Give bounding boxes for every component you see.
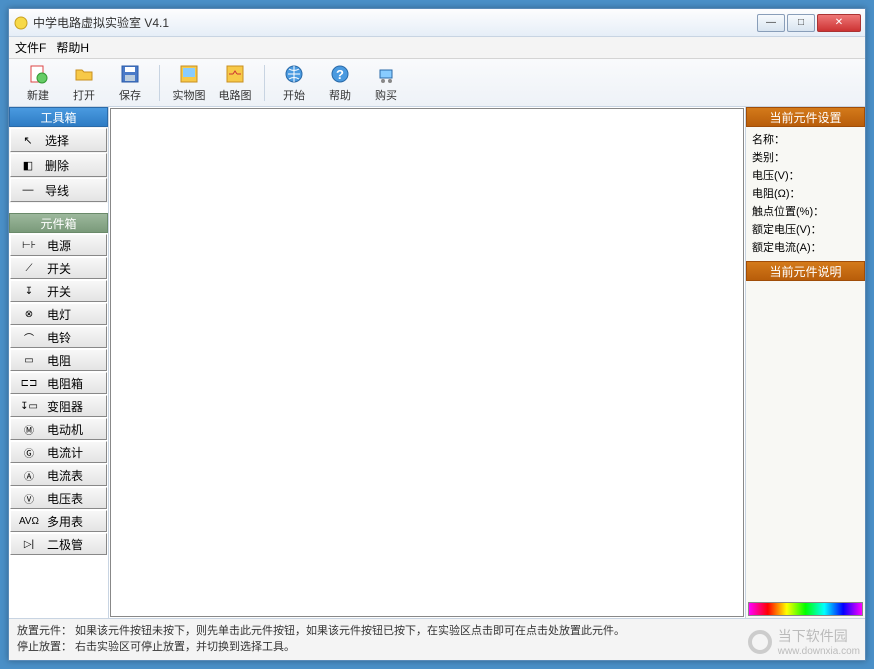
prop-category: 类别： <box>752 149 859 167</box>
maximize-button[interactable]: □ <box>787 14 815 32</box>
battery-icon: ⊢⊦ <box>13 240 45 251</box>
description-header: 当前元件说明 <box>746 261 865 281</box>
resistor-box-icon: ⊏⊐ <box>13 378 45 389</box>
titlebar: 中学电路虚拟实验室 V4.1 — □ ✕ <box>9 9 865 37</box>
toolbar-separator <box>159 65 160 101</box>
status-bar: 放置元件： 如果该元件按钮未按下，则先单击此元件按钮，如果该元件按钮已按下，在实… <box>9 618 865 660</box>
comp-switch[interactable]: ⟋开关 <box>10 257 107 279</box>
eraser-icon: ◧ <box>15 159 41 172</box>
switch2-icon: ↧ <box>13 286 45 297</box>
photo-icon <box>178 63 200 85</box>
comp-power[interactable]: ⊢⊦电源 <box>10 234 107 256</box>
multimeter-icon: AVΩ <box>13 516 45 527</box>
galvanometer-icon: Ⓖ <box>13 445 45 460</box>
watermark-url: www.downxia.com <box>778 646 860 657</box>
lamp-icon: ⊗ <box>13 309 45 320</box>
watermark-brand: 当下软件园 <box>778 626 860 646</box>
comp-resistor-box[interactable]: ⊏⊐电阻箱 <box>10 372 107 394</box>
prop-name: 名称： <box>752 131 859 149</box>
canvas-area[interactable] <box>110 108 744 617</box>
minimize-button[interactable]: — <box>757 14 785 32</box>
toolbar: 新建 打开 保存 实物图 电路图 开始 ? 帮助 购买 <box>9 59 865 107</box>
diode-icon: ▷| <box>13 539 45 550</box>
prop-contact: 触点位置(%)： <box>752 203 859 221</box>
prop-resistance: 电阻(Ω)： <box>752 185 859 203</box>
compbox-body: ⊢⊦电源 ⟋开关 ↧开关 ⊗电灯 ⌒电铃 ▭电阻 ⊏⊐电阻箱 ↧▭变阻器 Ⓜ电动… <box>9 233 108 618</box>
floppy-disk-icon <box>119 63 141 85</box>
folder-open-icon <box>73 63 95 85</box>
tool-delete[interactable]: ◧删除 <box>10 153 107 177</box>
tool-wire[interactable]: —导线 <box>10 178 107 202</box>
circuit-icon <box>224 63 246 85</box>
prop-voltage: 电压(V)： <box>752 167 859 185</box>
ammeter-icon: Ⓐ <box>13 468 45 483</box>
properties-panel: 名称： 类别： 电压(V)： 电阻(Ω)： 触点位置(%)： 额定电压(V)： … <box>746 127 865 261</box>
svg-text:?: ? <box>336 67 344 82</box>
help-button[interactable]: ? 帮助 <box>319 62 361 104</box>
switch-icon: ⟋ <box>13 263 45 274</box>
save-button[interactable]: 保存 <box>109 62 151 104</box>
prop-rated-v: 额定电压(V)： <box>752 221 859 239</box>
settings-header: 当前元件设置 <box>746 107 865 127</box>
toolbox-header: 工具箱 <box>9 107 108 127</box>
menu-help[interactable]: 帮助H <box>56 39 89 56</box>
comp-galvanometer[interactable]: Ⓖ电流计 <box>10 441 107 463</box>
status-line-1: 放置元件： 如果该元件按钮未按下，则先单击此元件按钮，如果该元件按钮已按下，在实… <box>17 623 857 639</box>
comp-ammeter[interactable]: Ⓐ电流表 <box>10 464 107 486</box>
status-line-2: 停止放置： 右击实验区可停止放置，并切换到选择工具。 <box>17 639 857 655</box>
toolbox-body: ↖选择 ◧删除 —导线 <box>9 127 108 203</box>
new-button[interactable]: 新建 <box>17 62 59 104</box>
question-icon: ? <box>329 63 351 85</box>
start-button[interactable]: 开始 <box>273 62 315 104</box>
resistor-icon: ▭ <box>13 355 45 366</box>
left-sidebar: 工具箱 ↖选择 ◧删除 —导线 元件箱 ⊢⊦电源 ⟋开关 ↧开关 ⊗电灯 ⌒电铃… <box>9 107 109 618</box>
open-button[interactable]: 打开 <box>63 62 105 104</box>
tool-select[interactable]: ↖选择 <box>10 128 107 152</box>
comp-diode[interactable]: ▷|二极管 <box>10 533 107 555</box>
comp-motor[interactable]: Ⓜ电动机 <box>10 418 107 440</box>
comp-bell[interactable]: ⌒电铃 <box>10 326 107 348</box>
photo-view-button[interactable]: 实物图 <box>168 62 210 104</box>
bell-icon: ⌒ <box>13 330 45 345</box>
line-icon: — <box>15 184 41 196</box>
right-sidebar: 当前元件设置 名称： 类别： 电压(V)： 电阻(Ω)： 触点位置(%)： 额定… <box>745 107 865 618</box>
compbox-header: 元件箱 <box>9 213 108 233</box>
prop-rated-a: 额定电流(A)： <box>752 239 859 257</box>
comp-rheostat[interactable]: ↧▭变阻器 <box>10 395 107 417</box>
window-title: 中学电路虚拟实验室 V4.1 <box>33 14 757 31</box>
watermark-logo-icon <box>746 628 774 656</box>
motor-icon: Ⓜ <box>13 422 45 437</box>
menu-file[interactable]: 文件F <box>15 39 46 56</box>
comp-resistor[interactable]: ▭电阻 <box>10 349 107 371</box>
buy-button[interactable]: 购买 <box>365 62 407 104</box>
app-icon <box>13 15 29 31</box>
circuit-view-button[interactable]: 电路图 <box>214 62 256 104</box>
cart-icon <box>375 63 397 85</box>
comp-voltmeter[interactable]: Ⓥ电压表 <box>10 487 107 509</box>
rheostat-icon: ↧▭ <box>13 401 45 412</box>
watermark: 当下软件园 www.downxia.com <box>746 626 860 657</box>
voltmeter-icon: Ⓥ <box>13 491 45 506</box>
new-file-icon <box>27 63 49 85</box>
toolbar-separator <box>264 65 265 101</box>
comp-lamp[interactable]: ⊗电灯 <box>10 303 107 325</box>
color-spectrum[interactable] <box>748 602 863 616</box>
description-body <box>746 281 865 598</box>
pointer-icon: ↖ <box>15 134 41 147</box>
menubar: 文件F 帮助H <box>9 37 865 59</box>
globe-icon <box>283 63 305 85</box>
comp-multimeter[interactable]: AVΩ多用表 <box>10 510 107 532</box>
comp-switch2[interactable]: ↧开关 <box>10 280 107 302</box>
close-button[interactable]: ✕ <box>817 14 861 32</box>
